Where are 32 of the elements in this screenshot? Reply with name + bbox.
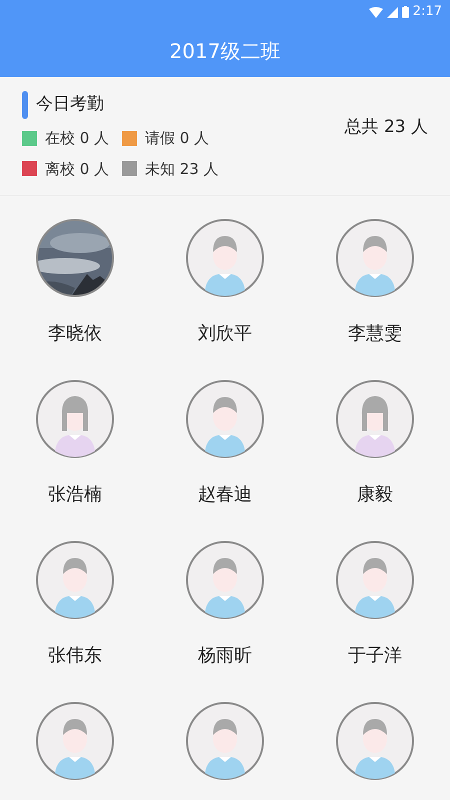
student-name: 于子洋 xyxy=(348,644,402,668)
clock-time: 2:17 xyxy=(412,3,442,22)
student-name: 张浩楠 xyxy=(48,483,102,507)
wifi-icon xyxy=(368,6,383,18)
legend-label: 未知 23 人 xyxy=(145,158,219,180)
legend-label: 离校 0 人 xyxy=(45,158,110,180)
student-name: 李晓依 xyxy=(48,322,102,346)
avatar-icon[interactable] xyxy=(185,540,265,620)
section-title: 今日考勤 xyxy=(36,93,104,116)
student-name: 杨雨昕 xyxy=(198,644,252,668)
avatar-icon[interactable] xyxy=(335,701,415,781)
avatar-icon[interactable] xyxy=(35,540,115,620)
avatar-icon[interactable] xyxy=(35,701,115,781)
avatar-icon[interactable] xyxy=(35,379,115,459)
legend-label: 在校 0 人 xyxy=(45,128,110,149)
student-name: 张伟东 xyxy=(48,644,102,668)
accent-bar xyxy=(22,91,28,119)
total-count: 总共 23 人 xyxy=(344,117,428,137)
avatar-icon[interactable] xyxy=(185,379,265,459)
signal-icon xyxy=(386,6,398,18)
avatar-icon[interactable] xyxy=(185,701,265,781)
avatar-icon[interactable] xyxy=(185,218,265,298)
student-name: 赵春迪 xyxy=(198,483,252,507)
header-title: 2017级二班 xyxy=(170,38,280,64)
avatar-icon[interactable] xyxy=(335,379,415,459)
legend-label: 请假 0 人 xyxy=(145,128,210,149)
battery-icon xyxy=(402,6,409,18)
student-name: 刘欣平 xyxy=(198,322,252,346)
avatar-icon[interactable] xyxy=(335,218,415,298)
avatar-icon[interactable] xyxy=(335,540,415,620)
student-name: 李慧雯 xyxy=(348,322,402,346)
student-name: 康毅 xyxy=(357,483,393,507)
